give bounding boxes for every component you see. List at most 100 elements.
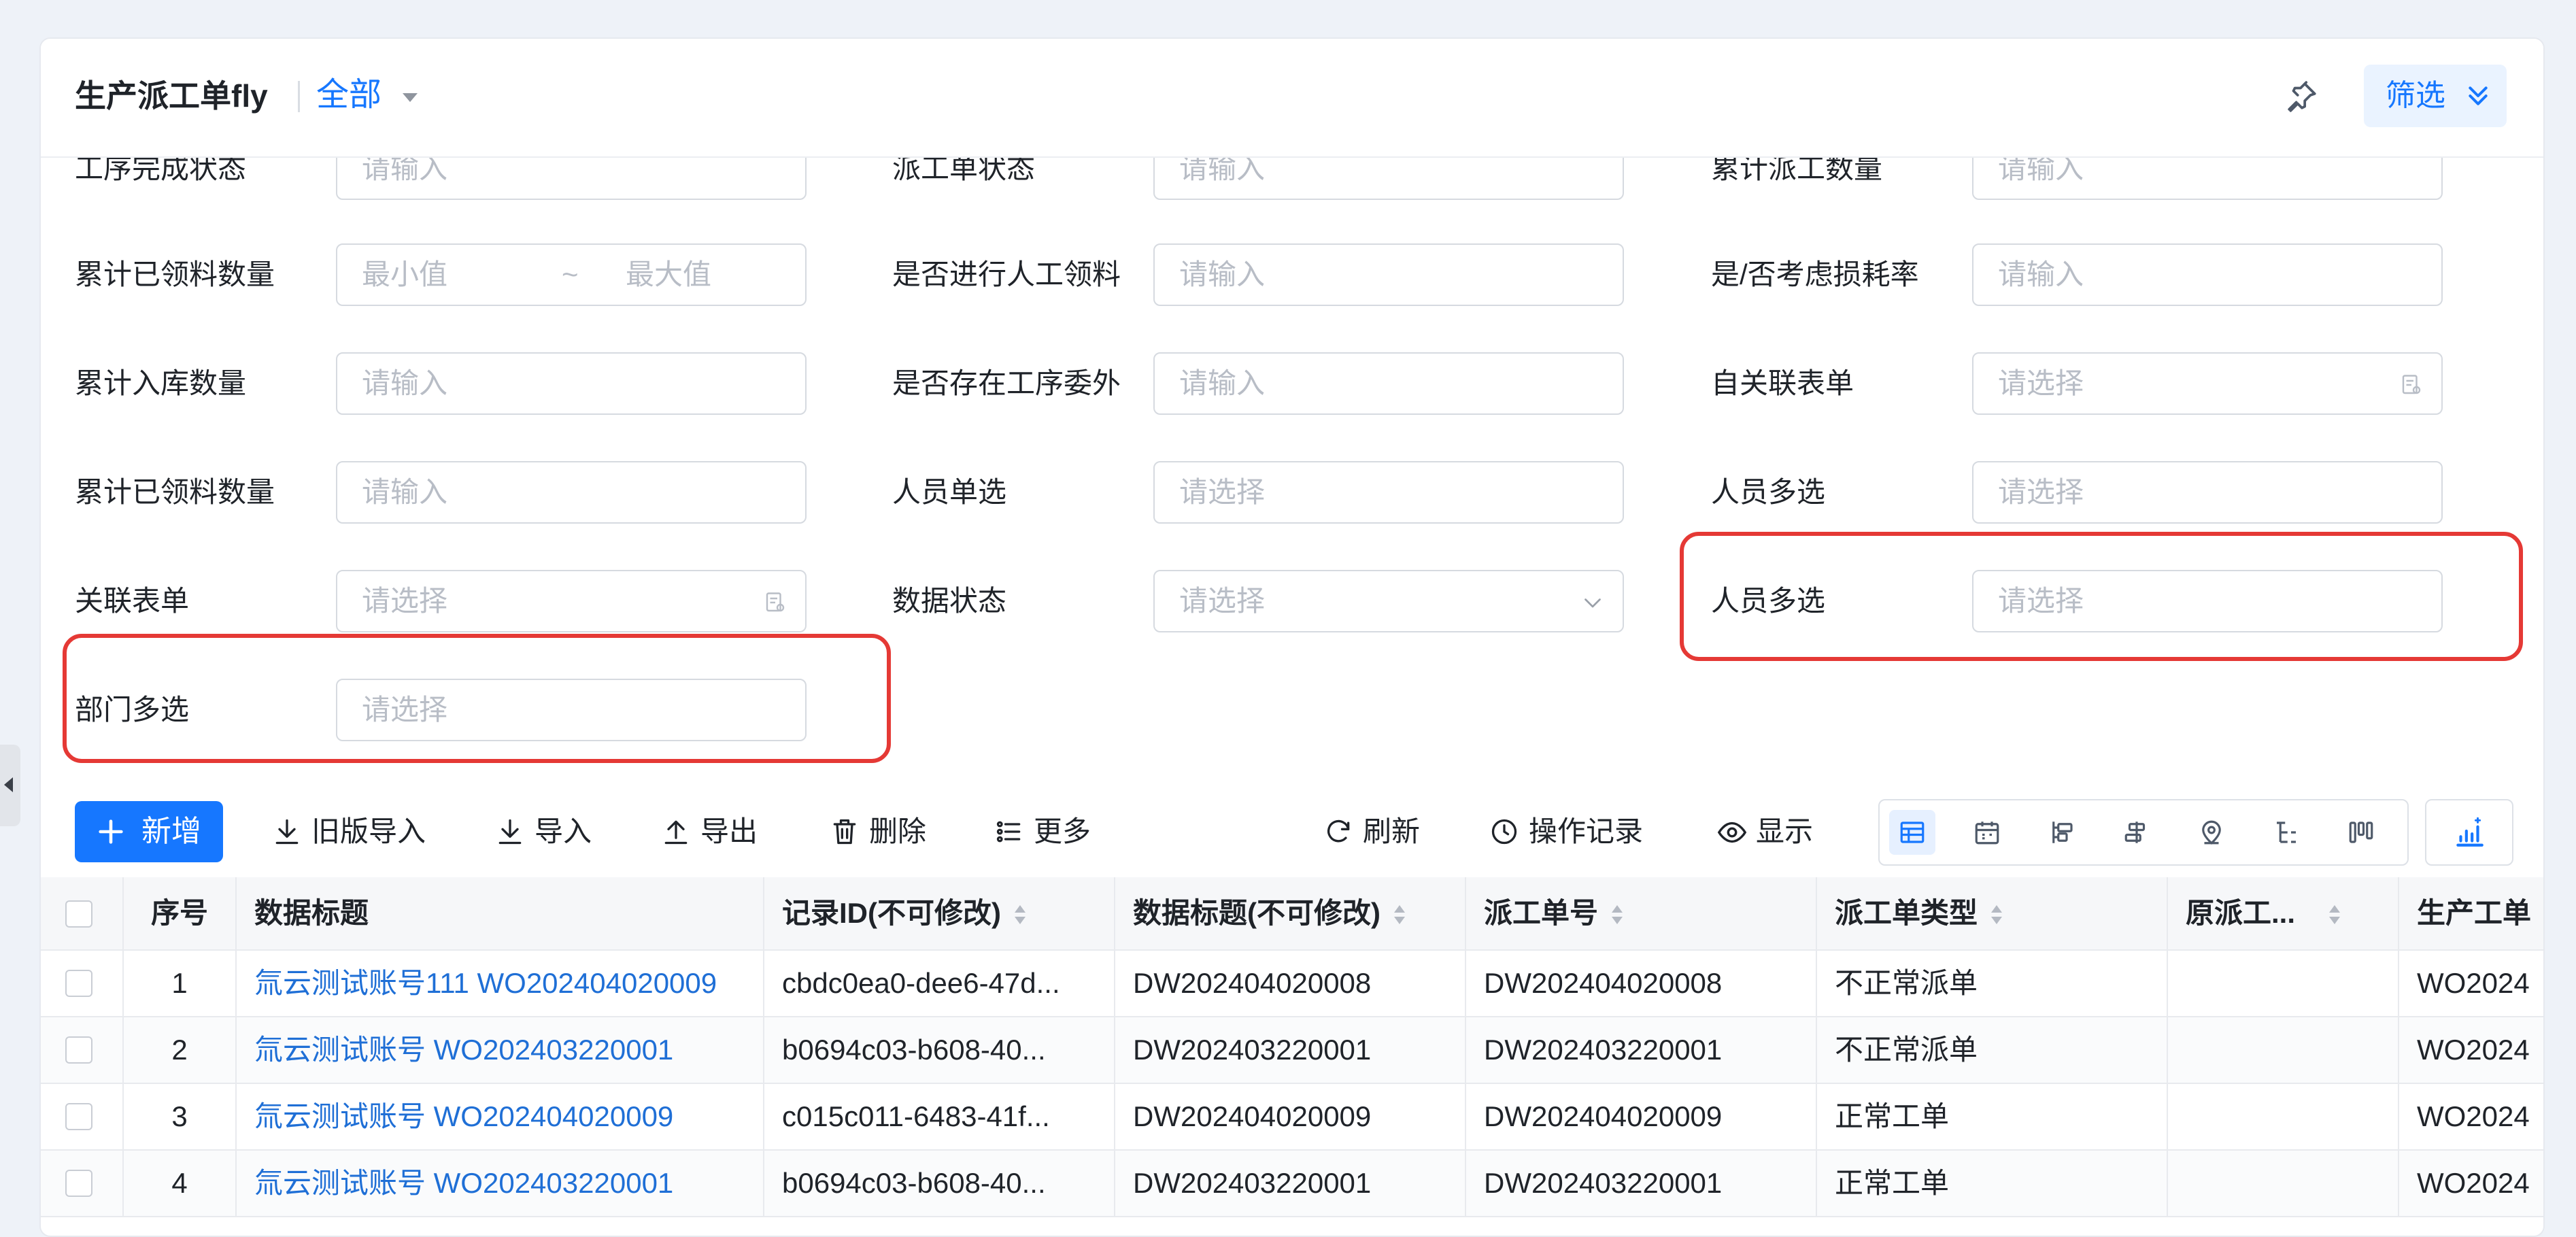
gantt-icon	[2124, 821, 2146, 843]
table-row[interactable]: 3 氚云测试账号 WO202404020009 c015c011-6483-41…	[41, 1084, 2543, 1151]
view-switcher	[1878, 799, 2409, 866]
column-header-dispatch-no[interactable]: 派工单号	[1466, 877, 1817, 949]
range-max-placeholder: 最大值	[626, 258, 712, 290]
chevron-down-icon	[1584, 598, 1601, 608]
column-header-record-id[interactable]: 记录ID(不可修改)	[764, 877, 1115, 949]
filter-select-multi-person[interactable]: 请选择	[1972, 461, 2443, 524]
column-header-title-fixed[interactable]: 数据标题(不可修改)	[1115, 877, 1466, 949]
page-header: 生产派工单fly 全部 筛选	[41, 39, 2543, 158]
add-button[interactable]: 新增	[75, 801, 223, 862]
column-header-dispatch-type[interactable]: 派工单类型	[1817, 877, 2168, 949]
column-header-index: 序号	[124, 877, 237, 949]
row-index: 3	[124, 1084, 237, 1149]
filter-label-outsourcing: 是否存在工序委外	[892, 367, 1121, 399]
calendar-icon	[1975, 821, 1999, 845]
bar-chart-icon	[2456, 817, 2484, 847]
tree-icon	[2277, 821, 2296, 843]
row-checkbox[interactable]	[65, 1036, 92, 1064]
view-map-button[interactable]	[2188, 810, 2235, 855]
row-title-link[interactable]: 氚云测试账号 WO202403220001	[237, 1151, 764, 1216]
filter-label-loss-rate: 是/否考虑损耗率	[1711, 258, 1919, 290]
list-icon	[996, 821, 1021, 843]
collapse-sidebar-tab[interactable]	[0, 745, 20, 826]
filter-select-self-relation[interactable]: 请选择	[1972, 352, 2443, 415]
list-toolbar: 新增 旧版导入 导入 导出 删除 更多 刷新 操作记录 显示	[41, 768, 2543, 877]
filter-range-picked-qty[interactable]: 最小值 ~ 最大值	[336, 243, 807, 306]
filter-label-data-status: 数据状态	[892, 585, 1007, 617]
row-record-id: c015c011-6483-41f...	[764, 1084, 1115, 1149]
filter-select-related-form[interactable]: 请选择	[336, 570, 807, 632]
row-checkbox[interactable]	[65, 1103, 92, 1130]
row-dispatch-no: DW202404020009	[1466, 1084, 1817, 1149]
row-original-dispatch	[2168, 1151, 2399, 1216]
filter-select-data-status[interactable]: 请选择	[1153, 570, 1624, 632]
row-index: 1	[124, 951, 237, 1016]
filter-input-loss-rate[interactable]: 请输入	[1972, 243, 2443, 306]
filter-label: 筛选	[2386, 79, 2445, 112]
filter-input-process-status[interactable]: 请输入	[336, 156, 807, 200]
table-row[interactable]: 1 氚云测试账号111 WO202404020009 cbdc0ea0-dee6…	[41, 951, 2543, 1017]
row-original-dispatch	[2168, 1084, 2399, 1149]
filter-input-stock-in-qty[interactable]: 请输入	[336, 352, 807, 415]
clock-icon	[1491, 819, 1517, 845]
sort-icon	[1013, 904, 1027, 927]
row-title-fixed: DW202403220001	[1115, 1017, 1466, 1083]
filter-label-picked-qty-2: 累计已领料数量	[75, 476, 275, 508]
row-work-order: WO2024	[2417, 1034, 2530, 1066]
column-header-work-order: 生产工单	[2417, 897, 2532, 929]
row-dispatch-no: DW202404020008	[1466, 951, 1817, 1016]
chart-view-button[interactable]	[2425, 799, 2513, 866]
filter-label-multi-person: 人员多选	[1711, 476, 1826, 508]
data-table: 序号 数据标题 记录ID(不可修改) 数据标题(不可修改) 派工单号 派工单类型…	[41, 877, 2543, 1231]
row-title-fixed: DW202404020009	[1115, 1084, 1466, 1149]
table-row[interactable]: 2 氚云测试账号 WO202403220001 b0694c03-b608-40…	[41, 1017, 2543, 1084]
row-dispatch-type: 不正常派单	[1817, 951, 2168, 1016]
row-index: 2	[124, 1017, 237, 1083]
range-min-placeholder: 最小值	[362, 258, 448, 290]
upload-icon	[664, 820, 688, 845]
filter-input-dispatch-status[interactable]: 请输入	[1153, 156, 1624, 200]
filter-label-picked-qty: 累计已领料数量	[75, 258, 275, 290]
row-record-id: b0694c03-b608-40...	[764, 1017, 1115, 1083]
row-dispatch-type: 正常工单	[1817, 1084, 2168, 1149]
eye-icon	[1717, 821, 1747, 843]
filter-label-stock-in-qty: 累计入库数量	[75, 367, 247, 399]
row-checkbox[interactable]	[65, 970, 92, 997]
kanban-icon	[2349, 821, 2373, 843]
filter-select-single-person[interactable]: 请选择	[1153, 461, 1624, 524]
filter-input-total-dispatch[interactable]: 请输入	[1972, 156, 2443, 200]
view-table-button[interactable]	[1889, 810, 1935, 855]
view-calendar-button[interactable]	[1964, 810, 2010, 855]
download-icon	[275, 819, 299, 845]
pin-icon[interactable]	[2285, 80, 2319, 114]
row-original-dispatch	[2168, 1017, 2399, 1083]
row-record-id: b0694c03-b608-40...	[764, 1151, 1115, 1216]
row-dispatch-no: DW202403220001	[1466, 1017, 1817, 1083]
map-pin-icon	[2202, 820, 2221, 845]
add-button-label: 新增	[141, 815, 201, 848]
filter-input-picked-qty-2[interactable]: 请输入	[336, 461, 807, 524]
view-kanban-button[interactable]	[2338, 810, 2384, 855]
filter-input-outsourcing[interactable]: 请输入	[1153, 352, 1624, 415]
row-title-fixed: DW202403220001	[1115, 1151, 1466, 1216]
view-selector[interactable]: 全部	[316, 73, 382, 118]
view-hierarchy-button[interactable]	[2039, 810, 2085, 855]
row-checkbox[interactable]	[65, 1170, 92, 1197]
row-title-link[interactable]: 氚云测试账号111 WO202404020009	[237, 951, 764, 1016]
view-tree-button[interactable]	[2263, 810, 2309, 855]
filter-toggle-button[interactable]: 筛选	[2364, 65, 2507, 127]
table-header-row: 序号 数据标题 记录ID(不可修改) 数据标题(不可修改) 派工单号 派工单类型…	[41, 877, 2543, 951]
sort-icon	[1393, 904, 1406, 927]
row-title-link[interactable]: 氚云测试账号 WO202404020009	[237, 1084, 764, 1149]
view-gantt-button[interactable]	[2114, 810, 2160, 855]
column-header-original-dispatch[interactable]: 原派工...	[2168, 877, 2399, 949]
row-title-link[interactable]: 氚云测试账号 WO202403220001	[237, 1017, 764, 1083]
select-all-checkbox[interactable]	[65, 900, 92, 928]
table-row[interactable]: 4 氚云测试账号 WO202403220001 b0694c03-b608-40…	[41, 1151, 2543, 1217]
filter-input-manual-picking[interactable]: 请输入	[1153, 243, 1624, 306]
view-dropdown-caret-icon[interactable]	[403, 93, 418, 102]
row-dispatch-type: 正常工单	[1817, 1151, 2168, 1216]
row-index: 4	[124, 1151, 237, 1216]
filter-label-related-form: 关联表单	[75, 585, 190, 617]
filter-label-dispatch-status: 派工单状态	[892, 156, 1036, 184]
